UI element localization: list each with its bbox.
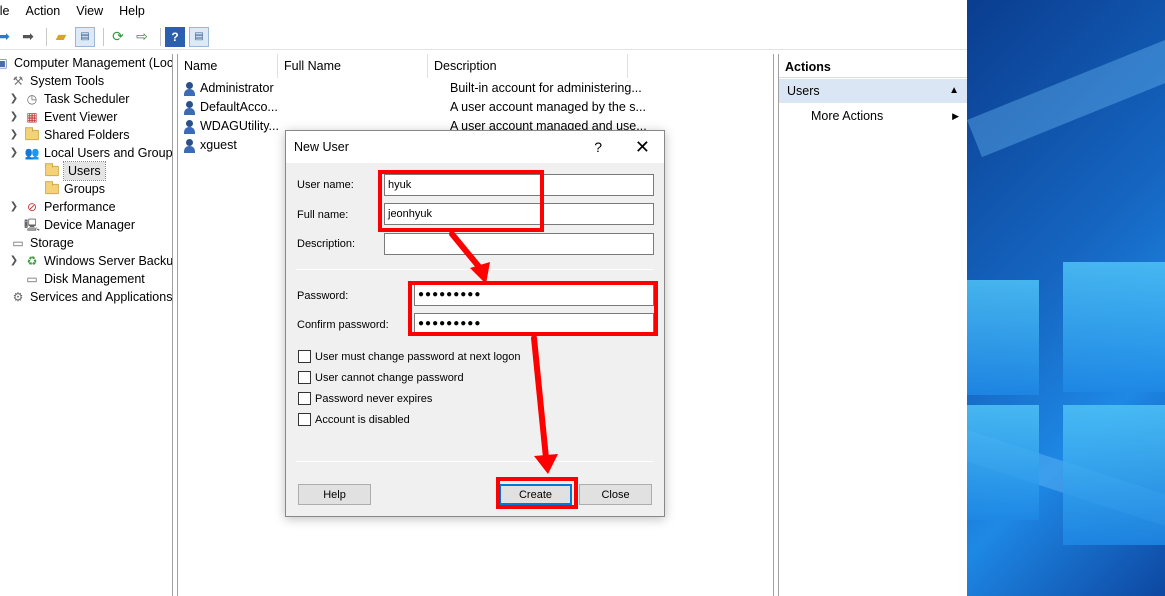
checkbox-account-disabled[interactable]: Account is disabled	[298, 413, 410, 426]
chevron-right-icon[interactable]: ❯	[8, 252, 20, 270]
tree-storage[interactable]: ▭ Storage	[6, 234, 73, 252]
divider	[296, 269, 653, 270]
collapse-up-icon[interactable]: ▲	[949, 79, 959, 103]
help-button[interactable]: Help	[298, 484, 371, 505]
clock-icon: ◷	[26, 92, 38, 106]
tree-shared-folders[interactable]: ❯ Shared Folders	[8, 126, 129, 144]
forward-icon[interactable]: ➡	[18, 27, 38, 47]
console-tree: ▣ Computer Management (Local ⚒ System To…	[0, 54, 173, 596]
column-full-name[interactable]: Full Name	[278, 54, 428, 78]
tree-performance[interactable]: ❯ ⊘ Performance	[8, 198, 116, 216]
device-manager-icon: 🖳	[24, 218, 41, 232]
computer-management-icon: ▣	[0, 55, 10, 71]
storage-icon: ▭	[12, 236, 24, 250]
help-icon[interactable]: ?	[165, 26, 185, 47]
actions-title: Actions	[779, 56, 967, 78]
checkbox-must-change-password[interactable]: User must change password at next logon	[298, 350, 520, 363]
refresh-icon[interactable]: ⟳	[108, 27, 128, 47]
fullname-label: Full name:	[297, 209, 349, 221]
tree-groups[interactable]: Groups	[44, 180, 105, 198]
column-name[interactable]: Name	[178, 54, 278, 78]
backup-icon: ♻	[26, 254, 38, 268]
event-viewer-icon: ▦	[26, 110, 38, 124]
folder-icon	[44, 181, 60, 197]
close-icon[interactable]: ✕	[635, 131, 650, 163]
list-header: Name Full Name Description	[178, 54, 773, 78]
chevron-right-icon[interactable]: ❯	[8, 198, 20, 216]
chevron-right-icon[interactable]: ❯	[8, 126, 20, 144]
chevron-down-icon[interactable]: ❯	[8, 144, 20, 162]
username-label: User name:	[297, 179, 354, 191]
description-field[interactable]	[384, 233, 654, 255]
tree-windows-server-backup[interactable]: ❯ ♻ Windows Server Backup	[8, 252, 172, 270]
tree-event-viewer[interactable]: ❯ ▦ Event Viewer	[8, 108, 118, 126]
create-button[interactable]: Create	[499, 484, 572, 505]
dialog-titlebar: New User ? ✕	[286, 131, 664, 163]
tree-task-scheduler[interactable]: ❯ ◷ Task Scheduler	[8, 90, 130, 108]
folder-icon	[44, 163, 60, 179]
password-label: Password:	[297, 290, 349, 302]
toolbar: ➡ ➡ ▰ ▤ ⟳ ⇨ ? ▤	[0, 24, 967, 50]
description-label: Description:	[297, 238, 356, 250]
table-row[interactable]: Administrator Built-in account for admin…	[182, 79, 642, 98]
services-icon: ⚙	[12, 290, 24, 304]
tree-system-tools[interactable]: ⚒ System Tools	[6, 72, 105, 90]
tools-icon: ⚒	[12, 74, 24, 88]
show-hide-action-pane-icon[interactable]: ▤	[189, 26, 209, 47]
actions-group-users[interactable]: Users ▲	[779, 79, 967, 103]
user-icon	[182, 119, 198, 135]
chevron-right-icon[interactable]: ❯	[8, 108, 20, 126]
divider	[296, 461, 653, 462]
user-icon	[182, 81, 198, 97]
user-icon	[182, 100, 198, 116]
user-icon	[182, 138, 198, 154]
export-list-icon[interactable]: ⇨	[132, 27, 152, 47]
new-user-dialog: New User ? ✕ User name: hyuk Full name: …	[285, 130, 665, 517]
performance-icon: ⊘	[26, 200, 38, 214]
username-field[interactable]: hyuk	[384, 174, 654, 196]
confirm-password-field[interactable]: ●●●●●●●●●	[414, 313, 654, 335]
menu-file[interactable]: ile	[0, 0, 18, 22]
tree-local-users-groups[interactable]: ❯ 👥 Local Users and Groups	[8, 144, 172, 162]
disk-icon: ▭	[26, 272, 38, 286]
checkbox-password-never-expires[interactable]: Password never expires	[298, 392, 432, 405]
dialog-title: New User	[294, 140, 349, 154]
users-group-icon: 👥	[24, 146, 40, 160]
tree-services-applications[interactable]: ⚙ Services and Applications	[6, 288, 172, 306]
tree-device-manager[interactable]: 🖳 Device Manager	[24, 216, 135, 234]
back-icon[interactable]: ➡	[0, 27, 14, 47]
show-hide-tree-icon[interactable]: ▤	[75, 26, 95, 47]
more-actions-item[interactable]: More Actions ▶	[779, 105, 967, 127]
chevron-right-icon[interactable]: ❯	[8, 90, 20, 108]
checkbox-cannot-change-password[interactable]: User cannot change password	[298, 371, 464, 384]
fullname-field[interactable]: jeonhyuk	[384, 203, 654, 225]
shared-folder-icon	[24, 127, 40, 143]
desktop-wallpaper	[967, 0, 1165, 596]
tree-disk-management[interactable]: ▭ Disk Management	[24, 270, 144, 288]
tree-users[interactable]: Users	[44, 161, 106, 181]
confirm-password-label: Confirm password:	[297, 319, 389, 331]
help-icon[interactable]: ?	[594, 131, 602, 163]
menu-bar: ile Action View Help	[0, 0, 967, 22]
column-description[interactable]: Description	[428, 54, 628, 78]
table-row[interactable]: DefaultAcco... A user account managed by…	[182, 98, 646, 117]
menu-view[interactable]: View	[68, 0, 111, 22]
up-folder-icon[interactable]: ▰	[51, 27, 71, 47]
submenu-arrow-icon: ▶	[952, 111, 959, 121]
actions-pane: Actions Users ▲ More Actions ▶	[778, 54, 967, 596]
menu-help[interactable]: Help	[111, 0, 153, 22]
menu-action[interactable]: Action	[18, 0, 69, 22]
close-button[interactable]: Close	[579, 484, 652, 505]
password-field[interactable]: ●●●●●●●●●	[414, 284, 654, 306]
tree-root[interactable]: ▣ Computer Management (Local	[0, 54, 172, 72]
